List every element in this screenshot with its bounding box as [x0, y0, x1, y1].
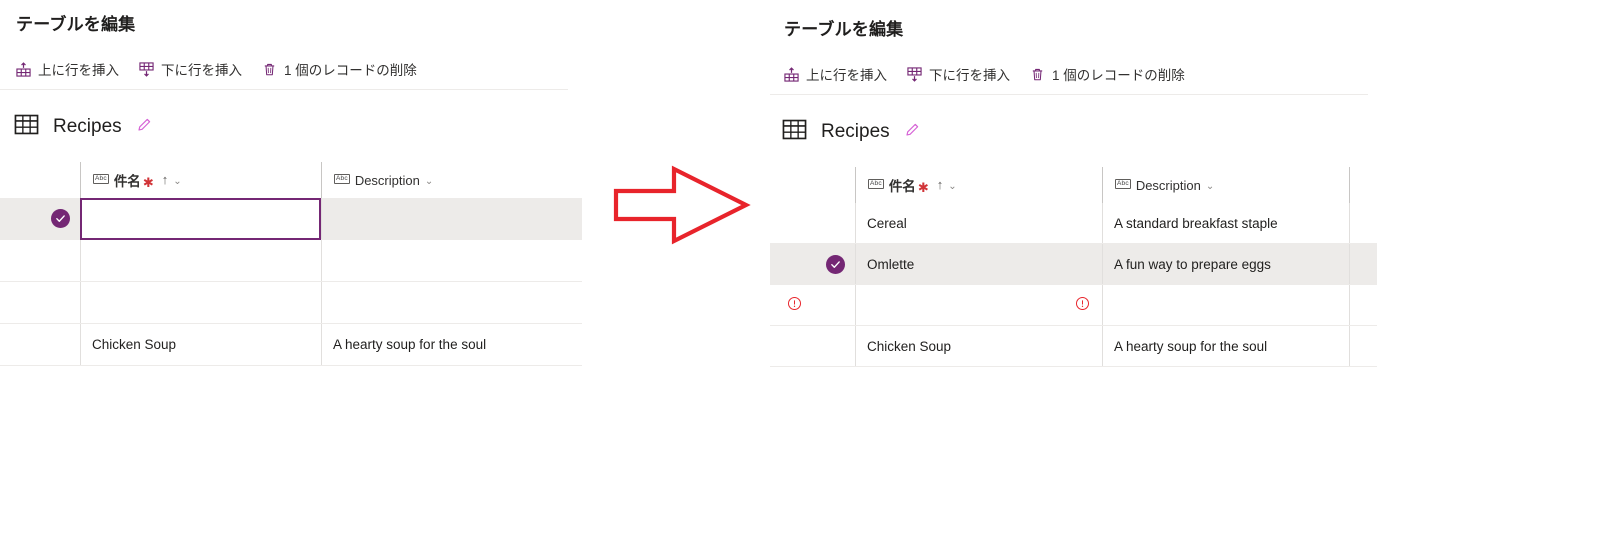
table-row[interactable]: Cereal A standard breakfast staple — [770, 203, 1377, 244]
cell-subject[interactable]: Omlette — [855, 244, 1102, 284]
cell-description[interactable] — [321, 198, 582, 239]
cell-description[interactable] — [321, 282, 582, 323]
sort-ascending-icon: ↑ — [161, 171, 169, 187]
row-gutter[interactable] — [770, 203, 855, 243]
column-header-description[interactable]: Abc Description ⌄ — [321, 162, 582, 198]
grid-corner-cell — [0, 162, 80, 198]
table-grid-icon — [782, 117, 807, 147]
insert-row-below-button[interactable]: 下に行を挿入 — [137, 58, 250, 84]
column-header-description[interactable]: Abc Description ⌄ — [1102, 167, 1349, 203]
column-header-subject-label: 件名 — [113, 174, 141, 189]
chevron-down-icon[interactable]: ⌄ — [948, 181, 956, 192]
cell-subject[interactable] — [80, 282, 321, 323]
table-name: Recipes — [53, 116, 122, 137]
insert-row-above-icon — [784, 66, 799, 85]
insert-row-below-icon — [907, 66, 922, 85]
table-row[interactable] — [770, 285, 1377, 326]
text-type-icon: Abc — [868, 179, 884, 189]
insert-row-above-icon — [16, 61, 31, 80]
column-header-description-label: Description — [354, 172, 420, 188]
insert-row-above-label: 上に行を挿入 — [38, 62, 119, 78]
cell-description[interactable]: A hearty soup for the soul — [321, 324, 582, 365]
row-gutter[interactable] — [0, 282, 80, 323]
row-gutter[interactable] — [770, 285, 855, 325]
grid-column-headers: Abc 件名 ✱ ↑ ⌄ Abc Description ⌄ — [770, 167, 1377, 203]
cell-editor-subject[interactable] — [80, 198, 321, 240]
chevron-down-icon[interactable]: ⌄ — [1206, 181, 1214, 192]
insert-row-above-button[interactable]: 上に行を挿入 — [14, 58, 127, 84]
table-header: Recipes — [782, 117, 921, 147]
cell-subject[interactable]: Chicken Soup — [855, 326, 1102, 366]
cell-subject[interactable] — [855, 285, 1102, 325]
text-type-icon: Abc — [1115, 179, 1131, 189]
column-header-next[interactable] — [1349, 167, 1377, 203]
row-gutter[interactable] — [0, 324, 80, 365]
column-header-subject[interactable]: Abc 件名 ✱ ↑ ⌄ — [80, 162, 321, 198]
sort-ascending-icon: ↑ — [936, 176, 944, 192]
table-row[interactable]: Chicken Soup A hearty soup for the soul — [0, 324, 582, 366]
row-error-icon[interactable] — [787, 296, 802, 314]
page-title: テーブルを編集 — [16, 15, 136, 34]
cell-next[interactable] — [1349, 203, 1377, 243]
page-title: テーブルを編集 — [784, 20, 904, 39]
insert-row-below-button[interactable]: 下に行を挿入 — [905, 63, 1018, 89]
chevron-down-icon[interactable]: ⌄ — [425, 176, 433, 187]
trash-icon — [262, 62, 277, 80]
chevron-down-icon[interactable]: ⌄ — [173, 176, 181, 187]
insert-row-below-label: 下に行を挿入 — [161, 62, 242, 78]
cell-next[interactable] — [1349, 285, 1377, 325]
grid-column-headers: Abc 件名 ✱ ↑ ⌄ Abc Description ⌄ — [0, 162, 582, 198]
records-grid: Abc 件名 ✱ ↑ ⌄ Abc Description ⌄ Cereal A … — [770, 167, 1377, 367]
table-row[interactable] — [0, 282, 582, 324]
cell-description[interactable] — [1102, 285, 1349, 325]
text-type-icon: Abc — [93, 174, 109, 184]
table-row[interactable]: Chicken Soup A hearty soup for the soul — [770, 326, 1377, 367]
required-asterisk-icon: ✱ — [917, 179, 929, 195]
table-grid-icon — [14, 112, 39, 142]
cell-description[interactable]: A hearty soup for the soul — [1102, 326, 1349, 366]
pencil-icon[interactable] — [136, 116, 153, 138]
records-grid: Abc 件名 ✱ ↑ ⌄ Abc Description ⌄ Chicken S… — [0, 162, 582, 366]
row-gutter[interactable] — [770, 244, 855, 284]
cell-next[interactable] — [1349, 326, 1377, 366]
table-header: Recipes — [14, 112, 153, 142]
required-asterisk-icon: ✱ — [142, 174, 154, 190]
insert-row-below-label: 下に行を挿入 — [929, 67, 1010, 83]
row-gutter[interactable] — [770, 326, 855, 366]
pencil-icon[interactable] — [904, 121, 921, 143]
column-header-subject[interactable]: Abc 件名 ✱ ↑ ⌄ — [855, 167, 1102, 203]
column-header-description-label: Description — [1135, 177, 1201, 193]
delete-records-label: 1 個のレコードの削除 — [1052, 67, 1185, 83]
cell-error-icon[interactable] — [1075, 296, 1090, 314]
row-gutter[interactable] — [0, 198, 80, 239]
insert-row-above-label: 上に行を挿入 — [806, 67, 887, 83]
column-header-subject-label: 件名 — [888, 179, 916, 194]
text-type-icon: Abc — [334, 174, 350, 184]
insert-row-below-icon — [139, 61, 154, 80]
command-bar: 上に行を挿入 下に行を挿入 1 個のレコードの削除 — [0, 52, 568, 90]
grid-corner-cell — [770, 167, 855, 203]
annotation-right-arrow — [612, 163, 752, 247]
row-selected-check-icon[interactable] — [51, 209, 70, 228]
cell-subject[interactable]: Cereal — [855, 203, 1102, 243]
cell-description[interactable]: A fun way to prepare eggs — [1102, 244, 1349, 284]
delete-records-button[interactable]: 1 個のレコードの削除 — [260, 58, 425, 84]
table-row[interactable]: Omlette A fun way to prepare eggs — [770, 244, 1377, 285]
cell-description[interactable] — [321, 240, 582, 281]
cell-next[interactable] — [1349, 244, 1377, 284]
row-gutter[interactable] — [0, 240, 80, 281]
cell-subject[interactable]: Chicken Soup — [80, 324, 321, 365]
delete-records-label: 1 個のレコードの削除 — [284, 62, 417, 78]
cell-subject[interactable] — [80, 240, 321, 281]
cell-description[interactable]: A standard breakfast staple — [1102, 203, 1349, 243]
delete-records-button[interactable]: 1 個のレコードの削除 — [1028, 63, 1193, 89]
table-row[interactable] — [0, 240, 582, 282]
command-bar: 上に行を挿入 下に行を挿入 1 個のレコードの削除 — [770, 57, 1368, 95]
trash-icon — [1030, 67, 1045, 85]
table-name: Recipes — [821, 121, 890, 142]
insert-row-above-button[interactable]: 上に行を挿入 — [782, 63, 895, 89]
row-selected-check-icon[interactable] — [826, 254, 845, 274]
